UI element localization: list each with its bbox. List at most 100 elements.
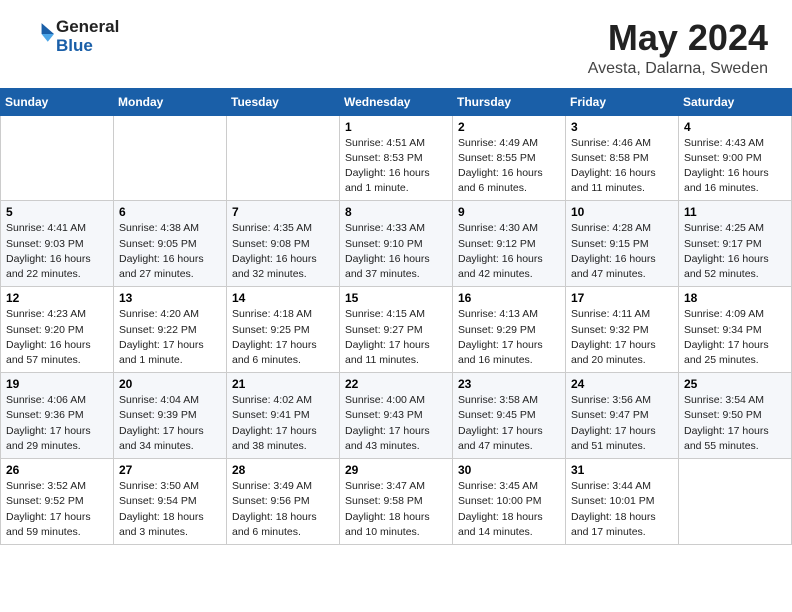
title-area: May 2024 Avesta, Dalarna, Sweden	[588, 18, 768, 78]
day-info: Sunrise: 4:33 AMSunset: 9:10 PMDaylight:…	[345, 221, 447, 282]
day-info: Sunrise: 4:00 AMSunset: 9:43 PMDaylight:…	[345, 393, 447, 454]
calendar-cell: 14 Sunrise: 4:18 AMSunset: 9:25 PMDayligh…	[227, 287, 340, 373]
day-info: Sunrise: 4:02 AMSunset: 9:41 PMDaylight:…	[232, 393, 334, 454]
calendar-cell: 11 Sunrise: 4:25 AMSunset: 9:17 PMDayligh…	[679, 201, 792, 287]
day-number: 16	[458, 291, 560, 305]
day-info: Sunrise: 4:23 AMSunset: 9:20 PMDaylight:…	[6, 307, 108, 368]
calendar-cell: 6 Sunrise: 4:38 AMSunset: 9:05 PMDaylight…	[114, 201, 227, 287]
calendar-cell	[227, 115, 340, 201]
day-info: Sunrise: 3:47 AMSunset: 9:58 PMDaylight:…	[345, 479, 447, 540]
calendar-cell: 2Sunrise: 4:49 AMSunset: 8:55 PMDaylight…	[453, 115, 566, 201]
day-number: 5	[6, 205, 108, 219]
calendar-cell: 25 Sunrise: 3:54 AMSunset: 9:50 PMDayligh…	[679, 373, 792, 459]
day-number: 31	[571, 463, 673, 477]
day-number: 12	[6, 291, 108, 305]
calendar-cell: 22 Sunrise: 4:00 AMSunset: 9:43 PMDayligh…	[340, 373, 453, 459]
weekday-header-friday: Friday	[566, 88, 679, 115]
week-row-1: 1Sunrise: 4:51 AMSunset: 8:53 PMDaylight…	[1, 115, 792, 201]
week-row-5: 26 Sunrise: 3:52 AMSunset: 9:52 PMDayligh…	[1, 459, 792, 545]
day-number: 13	[119, 291, 221, 305]
calendar-cell: 18Sunrise: 4:09 AMSunset: 9:34 PMDayligh…	[679, 287, 792, 373]
day-number: 23	[458, 377, 560, 391]
weekday-header-row: SundayMondayTuesdayWednesdayThursdayFrid…	[1, 88, 792, 115]
calendar-cell: 12 Sunrise: 4:23 AMSunset: 9:20 PMDayligh…	[1, 287, 114, 373]
logo: General Blue	[24, 18, 119, 55]
logo-icon	[26, 20, 54, 48]
calendar-cell: 24 Sunrise: 3:56 AMSunset: 9:47 PMDayligh…	[566, 373, 679, 459]
calendar-cell: 13 Sunrise: 4:20 AMSunset: 9:22 PMDayligh…	[114, 287, 227, 373]
day-info: Sunrise: 4:25 AMSunset: 9:17 PMDaylight:…	[684, 221, 786, 282]
calendar-cell	[1, 115, 114, 201]
day-info: Sunrise: 4:06 AMSunset: 9:36 PMDaylight:…	[6, 393, 108, 454]
day-info: Sunrise: 4:20 AMSunset: 9:22 PMDaylight:…	[119, 307, 221, 368]
day-info: Sunrise: 4:46 AMSunset: 8:58 PMDaylight:…	[571, 136, 673, 197]
day-info: Sunrise: 3:56 AMSunset: 9:47 PMDaylight:…	[571, 393, 673, 454]
calendar-cell: 19 Sunrise: 4:06 AMSunset: 9:36 PMDayligh…	[1, 373, 114, 459]
day-info: Sunrise: 4:28 AMSunset: 9:15 PMDaylight:…	[571, 221, 673, 282]
calendar-cell: 30Sunrise: 3:45 AMSunset: 10:00 PMDaylig…	[453, 459, 566, 545]
calendar-cell: 26 Sunrise: 3:52 AMSunset: 9:52 PMDayligh…	[1, 459, 114, 545]
day-info: Sunrise: 4:13 AMSunset: 9:29 PMDaylight:…	[458, 307, 560, 368]
calendar-cell	[679, 459, 792, 545]
calendar-cell: 1Sunrise: 4:51 AMSunset: 8:53 PMDaylight…	[340, 115, 453, 201]
day-number: 29	[345, 463, 447, 477]
day-number: 6	[119, 205, 221, 219]
calendar-cell: 27 Sunrise: 3:50 AMSunset: 9:54 PMDayligh…	[114, 459, 227, 545]
calendar-cell: 10 Sunrise: 4:28 AMSunset: 9:15 PMDayligh…	[566, 201, 679, 287]
calendar-cell: 29 Sunrise: 3:47 AMSunset: 9:58 PMDayligh…	[340, 459, 453, 545]
calendar-cell	[114, 115, 227, 201]
logo-general: General	[56, 18, 119, 37]
day-number: 30	[458, 463, 560, 477]
calendar-cell: 16 Sunrise: 4:13 AMSunset: 9:29 PMDayligh…	[453, 287, 566, 373]
day-number: 19	[6, 377, 108, 391]
weekday-header-monday: Monday	[114, 88, 227, 115]
day-number: 7	[232, 205, 334, 219]
day-info: Sunrise: 4:35 AMSunset: 9:08 PMDaylight:…	[232, 221, 334, 282]
day-info: Sunrise: 4:09 AMSunset: 9:34 PMDaylight:…	[684, 307, 786, 368]
day-info: Sunrise: 4:18 AMSunset: 9:25 PMDaylight:…	[232, 307, 334, 368]
day-number: 20	[119, 377, 221, 391]
calendar-cell: 5 Sunrise: 4:41 AMSunset: 9:03 PMDaylight…	[1, 201, 114, 287]
day-info: Sunrise: 4:30 AMSunset: 9:12 PMDaylight:…	[458, 221, 560, 282]
day-number: 10	[571, 205, 673, 219]
calendar-cell: 28 Sunrise: 3:49 AMSunset: 9:56 PMDayligh…	[227, 459, 340, 545]
day-number: 17	[571, 291, 673, 305]
day-info: Sunrise: 4:43 AMSunset: 9:00 PMDaylight:…	[684, 136, 786, 197]
day-number: 22	[345, 377, 447, 391]
day-number: 14	[232, 291, 334, 305]
calendar-cell: 7 Sunrise: 4:35 AMSunset: 9:08 PMDaylight…	[227, 201, 340, 287]
day-number: 11	[684, 205, 786, 219]
day-number: 8	[345, 205, 447, 219]
location-subtitle: Avesta, Dalarna, Sweden	[588, 60, 768, 78]
day-info: Sunrise: 3:50 AMSunset: 9:54 PMDaylight:…	[119, 479, 221, 540]
week-row-4: 19 Sunrise: 4:06 AMSunset: 9:36 PMDayligh…	[1, 373, 792, 459]
calendar-cell: 8 Sunrise: 4:33 AMSunset: 9:10 PMDaylight…	[340, 201, 453, 287]
month-title: May 2024	[588, 18, 768, 58]
day-number: 24	[571, 377, 673, 391]
day-number: 25	[684, 377, 786, 391]
day-number: 15	[345, 291, 447, 305]
week-row-2: 5 Sunrise: 4:41 AMSunset: 9:03 PMDaylight…	[1, 201, 792, 287]
weekday-header-tuesday: Tuesday	[227, 88, 340, 115]
day-number: 2	[458, 120, 560, 134]
day-info: Sunrise: 3:58 AMSunset: 9:45 PMDaylight:…	[458, 393, 560, 454]
calendar-cell: 9Sunrise: 4:30 AMSunset: 9:12 PMDaylight…	[453, 201, 566, 287]
day-number: 21	[232, 377, 334, 391]
day-info: Sunrise: 3:49 AMSunset: 9:56 PMDaylight:…	[232, 479, 334, 540]
weekday-header-thursday: Thursday	[453, 88, 566, 115]
day-number: 27	[119, 463, 221, 477]
day-number: 1	[345, 120, 447, 134]
day-number: 4	[684, 120, 786, 134]
day-number: 26	[6, 463, 108, 477]
day-number: 28	[232, 463, 334, 477]
day-info: Sunrise: 3:54 AMSunset: 9:50 PMDaylight:…	[684, 393, 786, 454]
day-info: Sunrise: 4:41 AMSunset: 9:03 PMDaylight:…	[6, 221, 108, 282]
day-info: Sunrise: 3:44 AMSunset: 10:01 PMDaylight…	[571, 479, 673, 540]
weekday-header-wednesday: Wednesday	[340, 88, 453, 115]
day-number: 3	[571, 120, 673, 134]
calendar-cell: 15Sunrise: 4:15 AMSunset: 9:27 PMDayligh…	[340, 287, 453, 373]
logo-blue: Blue	[56, 37, 119, 56]
day-info: Sunrise: 4:38 AMSunset: 9:05 PMDaylight:…	[119, 221, 221, 282]
page-header: General Blue May 2024 Avesta, Dalarna, S…	[0, 0, 792, 88]
day-info: Sunrise: 3:52 AMSunset: 9:52 PMDaylight:…	[6, 479, 108, 540]
